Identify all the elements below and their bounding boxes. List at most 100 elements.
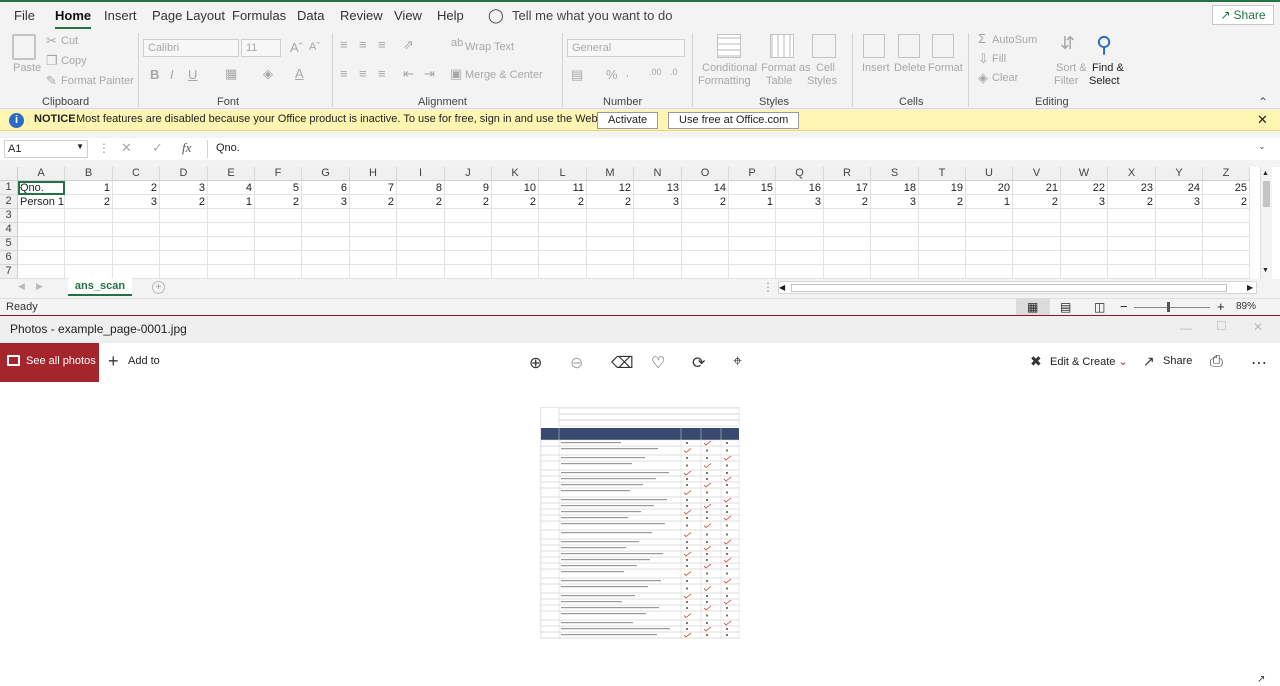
cell-M4[interactable] <box>587 223 634 237</box>
cell-X1[interactable]: 23 <box>1108 181 1156 195</box>
cell-H2[interactable]: 2 <box>350 195 397 209</box>
cancel-icon[interactable]: ✕ <box>121 140 132 156</box>
cell-B4[interactable] <box>65 223 113 237</box>
cell-T3[interactable] <box>919 209 966 223</box>
cell-T6[interactable] <box>919 251 966 265</box>
column-header-J[interactable]: J <box>445 167 492 181</box>
column-header-R[interactable]: R <box>824 167 871 181</box>
underline-icon[interactable]: U <box>188 68 197 81</box>
cell-I1[interactable]: 8 <box>397 181 445 195</box>
cell-E4[interactable] <box>208 223 255 237</box>
cell-F4[interactable] <box>255 223 302 237</box>
cell-L7[interactable] <box>539 265 587 279</box>
cell-R1[interactable]: 17 <box>824 181 871 195</box>
cell-V3[interactable] <box>1013 209 1061 223</box>
cell-I4[interactable] <box>397 223 445 237</box>
cell-I3[interactable] <box>397 209 445 223</box>
cell-O4[interactable] <box>682 223 729 237</box>
cell-A4[interactable] <box>18 223 65 237</box>
cell-A6[interactable] <box>18 251 65 265</box>
zoom-slider-thumb[interactable] <box>1167 302 1170 312</box>
cell-O7[interactable] <box>682 265 729 279</box>
cell-Q7[interactable] <box>776 265 824 279</box>
cell-X6[interactable] <box>1108 251 1156 265</box>
expand-icon[interactable]: ↗ <box>1257 674 1265 685</box>
cell-W7[interactable] <box>1061 265 1108 279</box>
increase-decimal-icon[interactable]: .00 <box>649 68 662 77</box>
increase-indent-icon[interactable]: ⇥ <box>424 67 435 80</box>
insert-function-icon[interactable]: fx <box>182 140 191 156</box>
row-header-7[interactable]: 7 <box>0 265 18 279</box>
cell-K3[interactable] <box>492 209 539 223</box>
row-header-4[interactable]: 4 <box>0 223 18 237</box>
tell-me-search[interactable]: Tell me what you want to do <box>512 8 672 23</box>
cell-L6[interactable] <box>539 251 587 265</box>
print-icon[interactable]: ⎙ <box>1210 353 1223 371</box>
cell-J1[interactable]: 9 <box>445 181 492 195</box>
horizontal-scrollbar[interactable]: ◀ ▶ <box>778 281 1257 294</box>
select-all-corner[interactable] <box>0 167 18 181</box>
fill-color-icon[interactable]: ◈ <box>263 67 273 80</box>
cell-U2[interactable]: 1 <box>966 195 1013 209</box>
cell-U7[interactable] <box>966 265 1013 279</box>
cell-V4[interactable] <box>1013 223 1061 237</box>
share-button[interactable]: Share <box>1163 355 1192 367</box>
next-sheet-icon[interactable]: ▶ <box>36 281 43 292</box>
cell-T2[interactable]: 2 <box>919 195 966 209</box>
cell-O5[interactable] <box>682 237 729 251</box>
cell-J5[interactable] <box>445 237 492 251</box>
cell-E7[interactable] <box>208 265 255 279</box>
cell-W5[interactable] <box>1061 237 1108 251</box>
cell-S1[interactable]: 18 <box>871 181 919 195</box>
row-header-2[interactable]: 2 <box>0 195 18 209</box>
cell-U3[interactable] <box>966 209 1013 223</box>
cell-I5[interactable] <box>397 237 445 251</box>
cell-E2[interactable]: 1 <box>208 195 255 209</box>
add-to-button[interactable]: Add to <box>128 355 160 367</box>
cell-R4[interactable] <box>824 223 871 237</box>
cell-O3[interactable] <box>682 209 729 223</box>
cell-J2[interactable]: 2 <box>445 195 492 209</box>
cell-A3[interactable] <box>18 209 65 223</box>
cell-M6[interactable] <box>587 251 634 265</box>
cell-O6[interactable] <box>682 251 729 265</box>
heart-icon[interactable]: ♡ <box>651 353 665 373</box>
cell-F6[interactable] <box>255 251 302 265</box>
cell-R2[interactable]: 2 <box>824 195 871 209</box>
expand-formula-icon[interactable]: ⌄ <box>1258 141 1266 152</box>
column-header-D[interactable]: D <box>160 167 208 181</box>
cell-H4[interactable] <box>350 223 397 237</box>
spreadsheet-grid[interactable]: ABCDEFGHIJKLMNOPQRSTUVWXYZ 1234567 Qno. 1… <box>0 167 1280 279</box>
column-header-U[interactable]: U <box>966 167 1013 181</box>
sort-filter-label-1[interactable]: Sort & <box>1056 62 1087 74</box>
cell-N3[interactable] <box>634 209 682 223</box>
cell-Z7[interactable] <box>1203 265 1250 279</box>
zoom-slider[interactable] <box>1134 307 1210 308</box>
cell-B7[interactable] <box>65 265 113 279</box>
cell-I6[interactable] <box>397 251 445 265</box>
cell-G1[interactable]: 6 <box>302 181 350 195</box>
column-header-P[interactable]: P <box>729 167 776 181</box>
cell-G4[interactable] <box>302 223 350 237</box>
column-header-N[interactable]: N <box>634 167 682 181</box>
paste-button[interactable]: Paste <box>13 62 41 74</box>
decrease-decimal-icon[interactable]: .0 <box>670 68 678 77</box>
cell-K4[interactable] <box>492 223 539 237</box>
cell-K7[interactable] <box>492 265 539 279</box>
cell-P7[interactable] <box>729 265 776 279</box>
fill-button[interactable]: Fill <box>992 53 1006 65</box>
cell-C5[interactable] <box>113 237 160 251</box>
accounting-icon[interactable]: ▤ <box>571 68 583 81</box>
zoom-level[interactable]: 89% <box>1236 301 1256 312</box>
cell-K1[interactable]: 10 <box>492 181 539 195</box>
cell-styles-label-2[interactable]: Styles <box>807 75 837 87</box>
cell-R7[interactable] <box>824 265 871 279</box>
cell-R3[interactable] <box>824 209 871 223</box>
column-header-F[interactable]: F <box>255 167 302 181</box>
cell-Z1[interactable]: 25 <box>1203 181 1250 195</box>
use-web-button[interactable]: Use free at Office.com <box>668 112 800 129</box>
cell-Y4[interactable] <box>1156 223 1203 237</box>
column-header-Q[interactable]: Q <box>776 167 824 181</box>
cell-G6[interactable] <box>302 251 350 265</box>
zoom-in-icon[interactable]: + <box>1217 299 1225 314</box>
